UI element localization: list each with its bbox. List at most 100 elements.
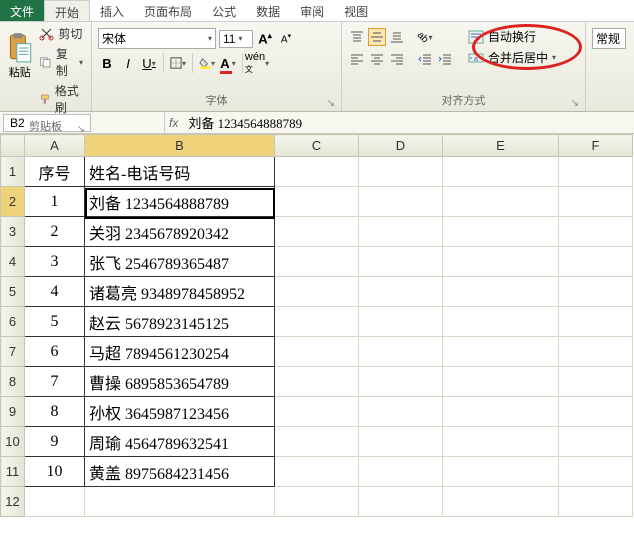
cell[interactable]: [559, 397, 633, 427]
cell[interactable]: [559, 217, 633, 247]
cell[interactable]: [275, 307, 359, 337]
col-header-C[interactable]: C: [275, 135, 359, 157]
cell[interactable]: 黄盖 8975684231456: [85, 457, 275, 487]
cell[interactable]: 姓名-电话号码: [85, 157, 275, 187]
select-all-corner[interactable]: [1, 135, 25, 157]
cell[interactable]: [443, 427, 559, 457]
cell[interactable]: [359, 277, 443, 307]
row-header[interactable]: 2: [1, 187, 25, 217]
format-painter-button[interactable]: 格式刷: [37, 81, 85, 117]
col-header-B[interactable]: B: [85, 135, 275, 157]
decrease-indent-button[interactable]: [416, 50, 434, 68]
cell[interactable]: [275, 187, 359, 217]
align-middle-button[interactable]: [368, 28, 386, 46]
cell[interactable]: 马超 7894561230254: [85, 337, 275, 367]
spreadsheet-grid[interactable]: A B C D E F 1 序号 姓名-电话号码 2 1 刘备 12345648…: [0, 134, 634, 517]
cell[interactable]: 3: [25, 247, 85, 277]
cell[interactable]: [85, 487, 275, 517]
cell[interactable]: [443, 337, 559, 367]
cell[interactable]: 张飞 2546789365487: [85, 247, 275, 277]
font-color-button[interactable]: A▾: [219, 54, 237, 72]
tab-insert[interactable]: 插入: [90, 0, 134, 21]
tab-data[interactable]: 数据: [246, 0, 290, 21]
cell[interactable]: [275, 397, 359, 427]
align-bottom-button[interactable]: [388, 28, 406, 46]
cell[interactable]: [559, 187, 633, 217]
cell[interactable]: [443, 367, 559, 397]
cell[interactable]: [359, 157, 443, 187]
cell[interactable]: [559, 337, 633, 367]
wrap-text-button[interactable]: 自动换行: [464, 28, 560, 45]
row-header[interactable]: 1: [1, 157, 25, 187]
cell[interactable]: [443, 487, 559, 517]
cell[interactable]: 赵云 5678923145125: [85, 307, 275, 337]
cell[interactable]: [443, 247, 559, 277]
col-header-A[interactable]: A: [25, 135, 85, 157]
cell[interactable]: [443, 187, 559, 217]
cell[interactable]: [559, 487, 633, 517]
cell[interactable]: 孙权 3645987123456: [85, 397, 275, 427]
cell[interactable]: [275, 427, 359, 457]
increase-indent-button[interactable]: [436, 50, 454, 68]
cell[interactable]: 6: [25, 337, 85, 367]
align-right-button[interactable]: [388, 50, 406, 68]
tab-review[interactable]: 审阅: [290, 0, 334, 21]
cell[interactable]: [559, 157, 633, 187]
row-header[interactable]: 3: [1, 217, 25, 247]
cell[interactable]: [443, 217, 559, 247]
cell[interactable]: [559, 277, 633, 307]
cell[interactable]: [559, 247, 633, 277]
row-header[interactable]: 5: [1, 277, 25, 307]
copy-button[interactable]: 复制▾: [37, 44, 85, 80]
cell[interactable]: [359, 367, 443, 397]
col-header-D[interactable]: D: [359, 135, 443, 157]
merge-center-button[interactable]: a 合并后居中▾: [464, 49, 560, 66]
cell[interactable]: 9: [25, 427, 85, 457]
paste-button[interactable]: 粘贴: [6, 24, 33, 88]
align-top-button[interactable]: [348, 28, 366, 46]
cell[interactable]: [359, 217, 443, 247]
col-header-E[interactable]: E: [443, 135, 559, 157]
cut-button[interactable]: 剪切: [37, 24, 85, 43]
shrink-font-button[interactable]: A▾: [277, 30, 295, 48]
italic-button[interactable]: I: [119, 54, 137, 72]
dialog-launcher-icon[interactable]: ↘: [571, 98, 579, 109]
cell[interactable]: [559, 427, 633, 457]
tab-view[interactable]: 视图: [334, 0, 378, 21]
cell[interactable]: [443, 457, 559, 487]
grow-font-button[interactable]: A▴: [256, 30, 274, 48]
cell[interactable]: [359, 487, 443, 517]
cell[interactable]: [443, 397, 559, 427]
cell[interactable]: [275, 247, 359, 277]
tab-home[interactable]: 开始: [44, 0, 90, 21]
align-left-button[interactable]: [348, 50, 366, 68]
cell[interactable]: [559, 457, 633, 487]
cell[interactable]: [275, 367, 359, 397]
cell[interactable]: 曹操 6895853654789: [85, 367, 275, 397]
tab-file[interactable]: 文件: [0, 0, 44, 21]
cell[interactable]: 10: [25, 457, 85, 487]
cell[interactable]: [275, 457, 359, 487]
cell[interactable]: 关羽 2345678920342: [85, 217, 275, 247]
fx-icon[interactable]: fx: [169, 116, 178, 130]
bold-button[interactable]: B: [98, 54, 116, 72]
cell[interactable]: 序号: [25, 157, 85, 187]
cell[interactable]: [443, 277, 559, 307]
align-center-button[interactable]: [368, 50, 386, 68]
row-header[interactable]: 4: [1, 247, 25, 277]
row-header[interactable]: 11: [1, 457, 25, 487]
cell[interactable]: 诸葛亮 9348978458952: [85, 277, 275, 307]
cell[interactable]: 1: [25, 187, 85, 217]
phonetic-button[interactable]: wén文▾: [248, 54, 266, 72]
cell[interactable]: 7: [25, 367, 85, 397]
cell[interactable]: 周瑜 4564789632541: [85, 427, 275, 457]
row-header[interactable]: 7: [1, 337, 25, 367]
cell[interactable]: [359, 187, 443, 217]
cell[interactable]: [275, 157, 359, 187]
row-header[interactable]: 12: [1, 487, 25, 517]
cell[interactable]: [443, 157, 559, 187]
borders-button[interactable]: ▾: [169, 54, 187, 72]
formula-input[interactable]: [184, 114, 352, 132]
cell[interactable]: [275, 337, 359, 367]
cell[interactable]: [275, 217, 359, 247]
